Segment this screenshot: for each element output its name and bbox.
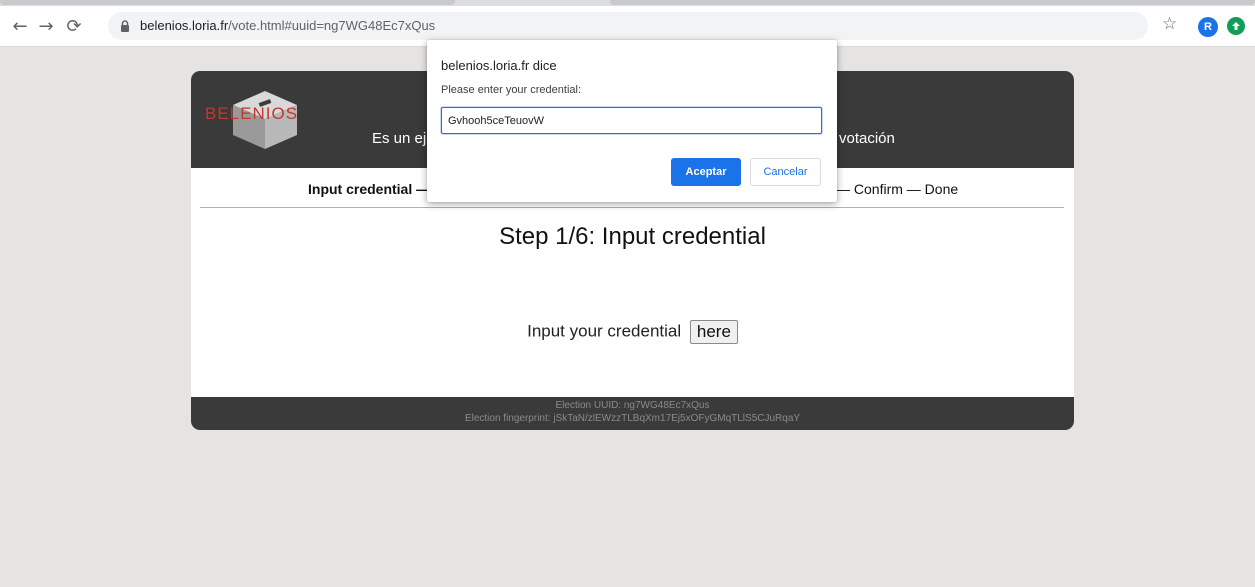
- steps-current: Input credential —: [308, 181, 431, 197]
- steps-remaining: — Confirm — Done: [836, 181, 959, 197]
- upload-arrow-glyph: [1232, 22, 1240, 30]
- dialog-title: belenios.loria.fr dice: [441, 58, 557, 73]
- logo-text: BELENIOS: [205, 104, 299, 123]
- url-host: belenios.loria.fr: [140, 18, 229, 33]
- address-bar[interactable]: belenios.loria.fr/vote.html#uuid=ng7WG48…: [108, 12, 1148, 40]
- reload-icon[interactable]: ⟳: [62, 14, 86, 38]
- credential-input[interactable]: [441, 107, 822, 134]
- back-arrow-icon[interactable]: ←: [8, 14, 32, 38]
- avatar-letter: R: [1204, 21, 1212, 33]
- step-title: Step 1/6: Input credential: [499, 223, 766, 250]
- header-text-left: Es un eje: [372, 130, 435, 147]
- credential-prompt-dialog: belenios.loria.fr dice Please enter your…: [427, 40, 837, 202]
- lock-icon: [121, 20, 129, 32]
- accept-button[interactable]: Aceptar: [671, 158, 741, 186]
- cancel-button[interactable]: Cancelar: [750, 158, 821, 186]
- credential-prompt-row: Input your credential here: [191, 320, 1074, 344]
- credential-prompt-text: Input your credential: [527, 321, 682, 341]
- footer-fingerprint: Election fingerprint: jSkTaN/zlEWzzTLBqX…: [464, 413, 801, 424]
- dialog-message: Please enter your credential:: [441, 84, 582, 96]
- bookmark-star-icon[interactable]: ☆: [1162, 14, 1177, 34]
- extension-icon[interactable]: [1227, 17, 1245, 35]
- inactive-tab[interactable]: [0, 0, 455, 5]
- header-text-right: votación: [839, 130, 895, 147]
- forward-arrow-icon[interactable]: →: [34, 14, 58, 38]
- steps-divider: [200, 207, 1064, 208]
- url-text: belenios.loria.fr/vote.html#uuid=ng7WG48…: [140, 18, 435, 33]
- inactive-tab[interactable]: [610, 0, 1255, 5]
- profile-avatar-icon[interactable]: R: [1198, 17, 1218, 37]
- here-button[interactable]: here: [689, 320, 738, 344]
- footer-uuid: Election UUID: ng7WG48Ec7xQus: [555, 400, 710, 411]
- page-footer: Election UUID: ng7WG48Ec7xQus Election f…: [191, 397, 1074, 430]
- url-path: /vote.html#uuid=ng7WG48Ec7xQus: [228, 18, 436, 33]
